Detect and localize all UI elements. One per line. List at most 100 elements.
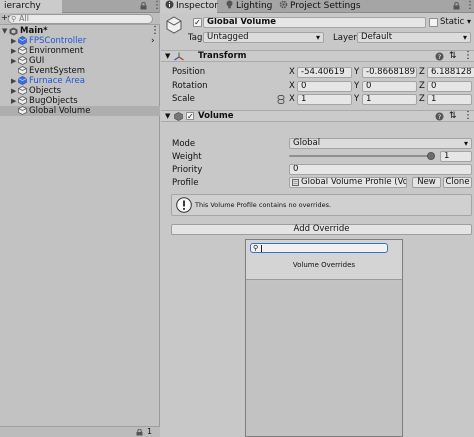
scale-z-field[interactable]: 1 <box>427 94 472 105</box>
rotation-y-field[interactable]: 0 <box>362 81 417 92</box>
expand-arrow-icon[interactable]: ▶ <box>11 56 16 66</box>
static-dropdown-icon[interactable]: ▾ <box>467 17 471 26</box>
expand-arrow-icon[interactable]: ▶ <box>11 76 16 86</box>
hierarchy-search-bar: +▾ ⚲ All <box>0 13 160 25</box>
mode-dropdown[interactable]: Global <box>289 138 472 149</box>
volume-enabled-checkbox[interactable]: ✓ <box>186 112 194 121</box>
hierarchy-footer-count: 1 <box>147 427 153 436</box>
tab-hierarchy-label: ierarchy <box>4 1 41 11</box>
hierarchy-item-bugobjects[interactable]: ▶ BugObjects <box>0 96 160 106</box>
help-icon[interactable]: ? <box>435 52 444 61</box>
hierarchy-item-gui[interactable]: ▶ GUI <box>0 56 160 66</box>
inspector-menu-icon[interactable]: ⋮ <box>465 1 474 11</box>
scale-z-label[interactable]: Z <box>419 94 425 105</box>
transform-title: Transform <box>198 51 247 61</box>
position-y-field[interactable]: -0.8668189 <box>362 67 417 78</box>
hierarchy-item-global-volume[interactable]: Global Volume <box>0 106 160 116</box>
rotation-z-field[interactable]: 0 <box>427 81 472 92</box>
tab-inspector[interactable]: Inspector <box>161 0 218 13</box>
expand-arrow-icon[interactable]: ▶ <box>11 86 16 96</box>
object-name-field[interactable]: Global Volume <box>203 17 426 28</box>
info-icon <box>176 197 192 213</box>
lock-icon[interactable] <box>136 429 143 436</box>
weight-slider-thumb[interactable] <box>427 152 435 160</box>
position-x-field[interactable]: -54.40619 <box>297 67 352 78</box>
volume-header[interactable]: ▼ ✓ Volume ? ⇅ ⋮ <box>161 110 474 122</box>
tab-project-settings[interactable]: Project Settings <box>275 0 361 13</box>
lock-icon[interactable] <box>140 2 147 10</box>
position-x-label[interactable]: X <box>289 67 295 78</box>
weight-field[interactable]: 1 <box>440 151 472 162</box>
hierarchy-item-label: BugObjects <box>29 96 78 106</box>
search-icon: ⚲ <box>253 244 259 252</box>
lock-icon[interactable] <box>453 2 460 10</box>
position-z-label[interactable]: Z <box>419 67 425 78</box>
svg-text:?: ? <box>438 53 441 61</box>
hierarchy-item-fpscontroller[interactable]: ▶ FPSController › <box>0 36 160 46</box>
clone-profile-button[interactable]: Clone <box>443 177 472 188</box>
scale-y-label[interactable]: Y <box>354 94 359 105</box>
position-y-label[interactable]: Y <box>354 67 359 78</box>
overrides-list[interactable] <box>246 281 402 436</box>
active-checkbox[interactable]: ✓ <box>193 18 202 27</box>
hierarchy-item-label: EventSystem <box>29 66 86 76</box>
hierarchy-item-objects[interactable]: ▶ Objects <box>0 86 160 96</box>
weight-slider-track <box>289 155 435 157</box>
weight-label: Weight <box>172 152 202 162</box>
scene-row-main[interactable]: ▼ Main* ⋮ <box>0 26 160 37</box>
scene-menu-icon[interactable]: ⋮ <box>150 26 160 36</box>
rotation-y-label[interactable]: Y <box>354 81 359 92</box>
info-helpbox: This Volume Profile contains no override… <box>171 194 472 216</box>
layer-label: Layer <box>333 33 357 43</box>
hierarchy-item-eventsystem[interactable]: EventSystem <box>0 66 160 76</box>
rotation-x-field[interactable]: 0 <box>297 81 352 92</box>
foldout-arrow-icon[interactable]: ▼ <box>165 112 170 120</box>
preset-sliders-icon[interactable]: ⇅ <box>449 51 457 61</box>
tab-project-settings-label: Project Settings <box>290 1 361 11</box>
priority-field[interactable]: 0 <box>289 164 472 175</box>
add-override-button[interactable]: Add Override <box>171 224 472 235</box>
transform-header[interactable]: ▼ Transform ? ⇅ ⋮ <box>161 50 474 62</box>
expand-arrow-icon[interactable]: ▼ <box>2 26 7 36</box>
hierarchy-search-input[interactable]: ⚲ All <box>8 14 153 24</box>
link-scale-icon[interactable] <box>277 95 285 104</box>
foldout-arrow-icon[interactable]: ▼ <box>165 52 170 60</box>
search-icon: ⚲ <box>11 15 17 23</box>
hierarchy-search-placeholder: All <box>19 14 29 23</box>
weight-slider[interactable] <box>289 151 437 162</box>
component-menu-icon[interactable]: ⋮ <box>463 111 473 121</box>
preset-sliders-icon[interactable]: ⇅ <box>449 111 457 121</box>
static-checkbox[interactable] <box>429 18 438 27</box>
chevron-right-icon[interactable]: › <box>151 36 155 46</box>
scale-x-label[interactable]: X <box>289 94 295 105</box>
hierarchy-item-label: FPSController <box>29 36 87 46</box>
gameobject-cube-icon <box>18 86 27 95</box>
hierarchy-item-label: Furnace Area <box>29 76 85 86</box>
tab-hierarchy[interactable]: ierarchy <box>0 0 62 13</box>
hierarchy-item-environment[interactable]: ▶ Environment <box>0 46 160 56</box>
help-icon[interactable]: ? <box>435 112 444 121</box>
profile-object-field[interactable]: Global Volume Profile (Volume <box>289 177 407 188</box>
svg-text:?: ? <box>438 113 441 121</box>
expand-arrow-icon[interactable]: ▶ <box>11 96 16 106</box>
hierarchy-tab-bar: ierarchy ⋮ <box>0 0 162 13</box>
component-menu-icon[interactable]: ⋮ <box>463 51 473 61</box>
volume-overrides-popup: ⚲ Volume Overrides <box>245 239 403 437</box>
hierarchy-item-furnace-area[interactable]: ▶ Furnace Area <box>0 76 160 86</box>
asset-file-icon <box>292 179 299 186</box>
overrides-search-input[interactable]: ⚲ <box>250 243 388 253</box>
scale-x-field[interactable]: 1 <box>297 94 352 105</box>
expand-arrow-icon[interactable]: ▶ <box>11 36 16 46</box>
new-profile-button[interactable]: New <box>412 177 441 188</box>
rotation-z-label[interactable]: Z <box>419 81 425 92</box>
tab-lighting[interactable]: Lighting <box>221 0 272 13</box>
hierarchy-item-label: Global Volume <box>29 106 91 116</box>
tag-dropdown[interactable]: Untagged <box>203 32 324 43</box>
position-label: Position <box>172 67 206 77</box>
layer-dropdown[interactable]: Default <box>357 32 471 43</box>
hierarchy-panel: ierarchy ⋮ +▾ ⚲ All ▼ Main* ⋮ ▶ FPSContr… <box>0 0 162 437</box>
scale-y-field[interactable]: 1 <box>362 94 417 105</box>
rotation-x-label[interactable]: X <box>289 81 295 92</box>
expand-arrow-icon[interactable]: ▶ <box>11 46 16 56</box>
position-z-field[interactable]: 6.188128 <box>427 67 474 78</box>
